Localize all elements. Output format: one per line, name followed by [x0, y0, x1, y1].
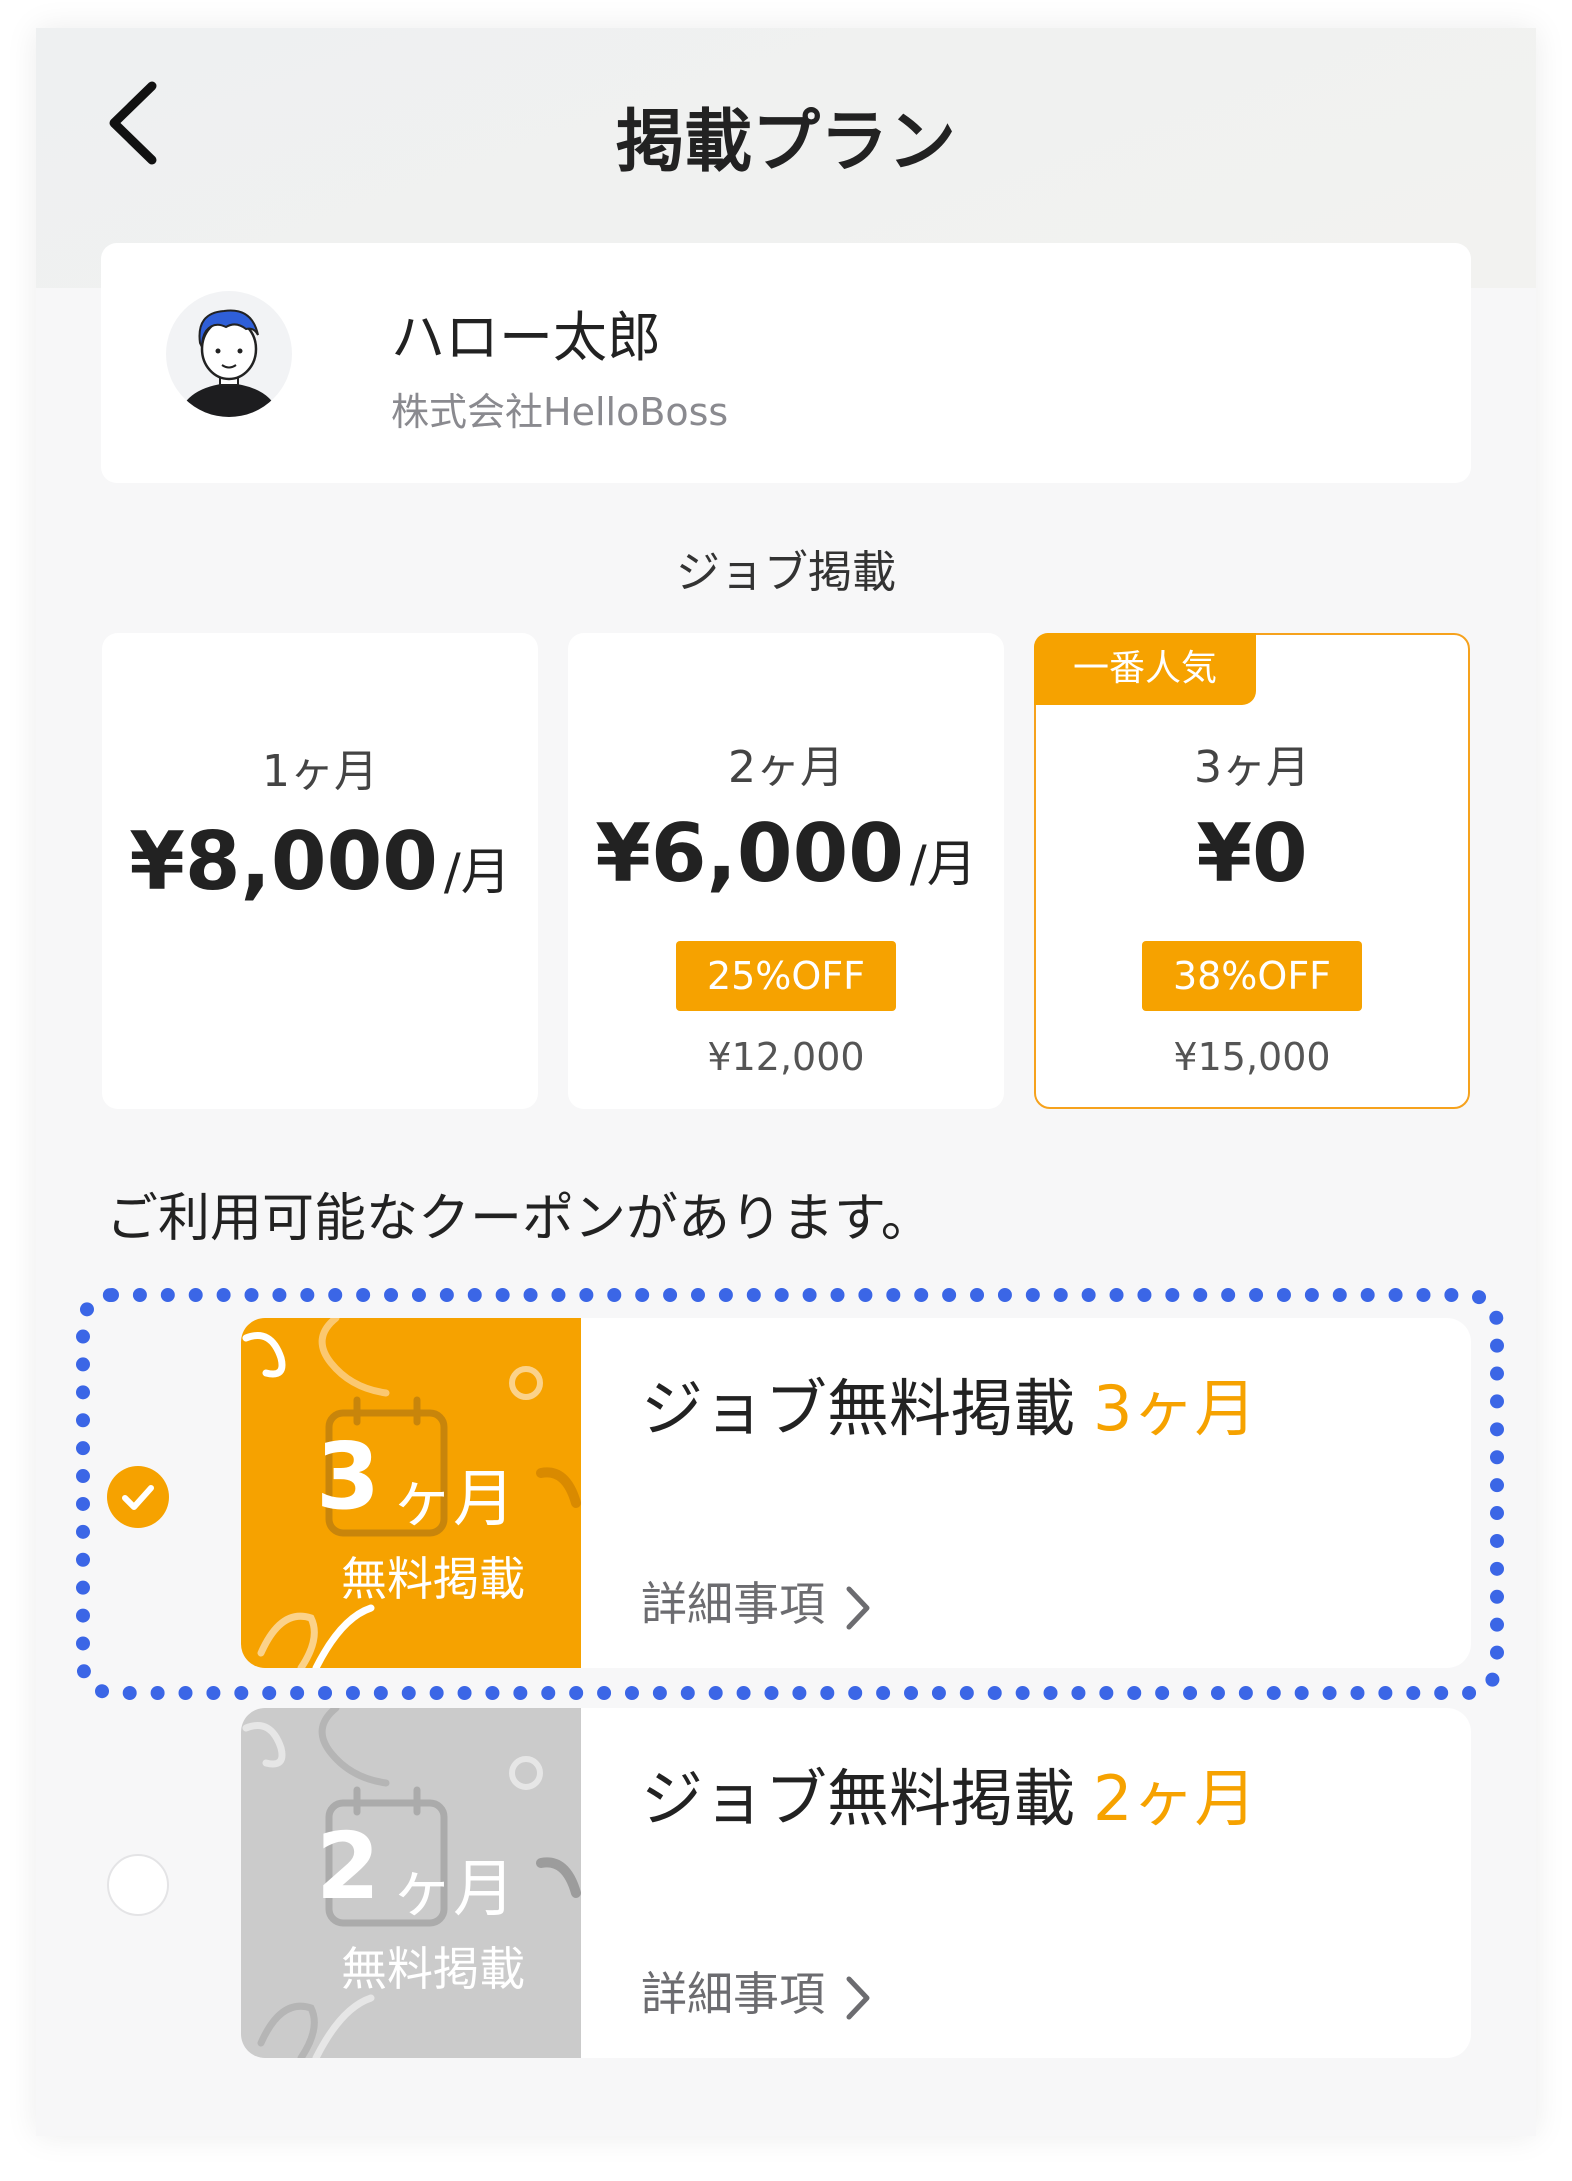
- plan-months: 2ヶ月: [728, 742, 844, 793]
- plan-price: ¥6,000/月: [570, 807, 1002, 900]
- coupon-art-number: 2: [316, 1813, 381, 1920]
- plan-months: 3ヶ月: [1194, 742, 1310, 793]
- coupon-art-number: 3: [316, 1423, 381, 1530]
- coupon-art-subtitle: 無料掲載: [341, 1942, 525, 1996]
- coupon-card-2-months[interactable]: 2 ヶ月 無料掲載 ジョブ無料掲載 2ヶ月 詳細事項: [241, 1708, 1471, 2058]
- plan-card-1-month[interactable]: 1ヶ月 ¥8,000/月: [102, 633, 538, 1109]
- user-avatar-icon: [166, 291, 292, 417]
- section-label: ジョブ掲載: [676, 547, 896, 598]
- coupon-section-label: ご利用可能なクーポンがあります。: [106, 1189, 933, 1249]
- app-screen: 掲載プラン ハロー太郎 株式会社HelloBoss ジョブ掲載 1ヶ月 ¥8,0…: [36, 28, 1536, 2136]
- coupon-art: 3 ヶ月 無料掲載: [241, 1318, 581, 1668]
- chevron-right-icon: [846, 1976, 870, 2019]
- coupon-art: 2 ヶ月 無料掲載: [241, 1708, 581, 2058]
- plan-price-value: ¥8,000: [129, 815, 438, 908]
- coupon-details-label: 詳細事項: [641, 1577, 825, 1631]
- coupon-details-link[interactable]: 詳細事項: [641, 1958, 873, 2024]
- check-icon: [122, 1485, 154, 1510]
- coupon-card-3-months[interactable]: 3 ヶ月 無料掲載 ジョブ無料掲載 3ヶ月 詳細事項: [241, 1318, 1471, 1668]
- plan-price-value: ¥6,000: [595, 807, 904, 900]
- coupon-radio-selected[interactable]: [107, 1466, 169, 1528]
- user-card: ハロー太郎 株式会社HelloBoss: [101, 243, 1471, 483]
- coupon-title-duration: 3ヶ月: [1093, 1372, 1257, 1445]
- discount-badge: 38%OFF: [1142, 941, 1362, 1011]
- coupon-details-label: 詳細事項: [641, 1967, 825, 2021]
- plan-months: 1ヶ月: [262, 746, 378, 797]
- coupon-details-link[interactable]: 詳細事項: [641, 1568, 873, 1634]
- original-price: ¥12,000: [707, 1035, 865, 1079]
- coupon-art-subtitle: 無料掲載: [341, 1552, 525, 1606]
- plan-price: ¥8,000/月: [104, 815, 536, 908]
- plan-price-unit: /月: [443, 843, 511, 901]
- coupon-title-duration: 2ヶ月: [1093, 1762, 1257, 1835]
- discount-badge: 25%OFF: [676, 941, 896, 1011]
- coupon-radio-unselected[interactable]: [107, 1854, 169, 1916]
- coupon-art-unit: ヶ月: [391, 1462, 516, 1535]
- popular-badge: 一番人気: [1034, 633, 1256, 705]
- plan-card-2-months[interactable]: 2ヶ月 ¥6,000/月 25%OFF ¥12,000: [568, 633, 1004, 1109]
- coupon-art-unit: ヶ月: [391, 1852, 516, 1925]
- plan-price: ¥0: [1036, 807, 1468, 900]
- plan-price-unit: /月: [909, 835, 977, 893]
- original-price: ¥15,000: [1173, 1035, 1331, 1079]
- coupon-title: ジョブ無料掲載 2ヶ月: [641, 1748, 1256, 1838]
- plan-price-value: ¥0: [1196, 807, 1308, 900]
- chevron-right-icon: [846, 1586, 870, 1629]
- coupon-title-text: ジョブ無料掲載: [641, 1762, 1076, 1835]
- coupon-title-text: ジョブ無料掲載: [641, 1372, 1076, 1445]
- plan-card-3-months[interactable]: 一番人気 3ヶ月 ¥0 38%OFF ¥15,000: [1034, 633, 1470, 1109]
- coupon-title: ジョブ無料掲載 3ヶ月: [641, 1358, 1256, 1448]
- user-company: 株式会社HelloBoss: [391, 390, 729, 434]
- page-title: 掲載プラン: [615, 103, 956, 182]
- user-name: ハロー太郎: [391, 306, 661, 369]
